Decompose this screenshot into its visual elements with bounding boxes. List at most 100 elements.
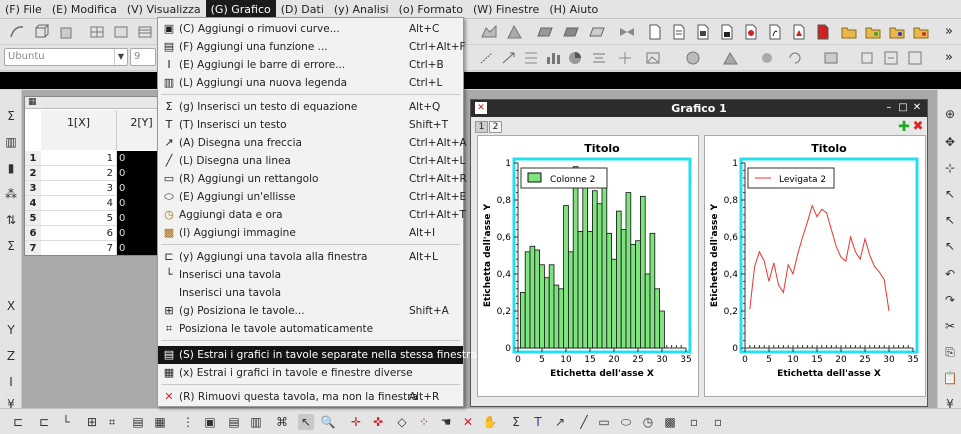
parallelogram2-icon[interactable] bbox=[562, 23, 580, 41]
menu-item[interactable]: ╱ (L) Disegna una linea Ctrl+Alt+L bbox=[158, 152, 466, 170]
parallelogram-icon[interactable] bbox=[536, 23, 554, 41]
bar-chart-icon[interactable]: ▮ bbox=[3, 160, 19, 176]
menu-item[interactable]: ◷ Aggiungi data e ora Ctrl+Alt+T bbox=[158, 206, 466, 224]
menu-dati[interactable]: (D) Dati bbox=[276, 0, 329, 19]
move-point-icon[interactable]: ◇ bbox=[394, 414, 410, 430]
histogram-icon[interactable]: ▥ bbox=[3, 134, 19, 150]
sort-icon[interactable]: ⇅ bbox=[3, 212, 19, 228]
font-size-combo[interactable]: 9 bbox=[130, 48, 156, 66]
small-box-icon[interactable]: ▫ bbox=[686, 414, 702, 430]
pie-icon[interactable] bbox=[566, 49, 584, 67]
globe-icon[interactable] bbox=[684, 49, 702, 67]
mountain-icon[interactable] bbox=[506, 23, 524, 41]
plot-layer-1[interactable]: Titolo 0 0,2 0,4 0,6 0,8 1 0 5 10 15 20 25 30 35 Etiche… bbox=[477, 135, 699, 397]
clock-tool-icon[interactable]: ◷ bbox=[640, 414, 656, 430]
new-matrix-icon[interactable] bbox=[694, 23, 712, 41]
cursor-r-icon[interactable]: ↖ bbox=[942, 238, 958, 254]
menu-item[interactable]: ⌗ Posiziona le tavole automaticamente bbox=[158, 320, 463, 338]
menu-item[interactable]: ▥ (L) Aggiungi una nuova legenda Ctrl+L bbox=[158, 74, 463, 92]
align-icon[interactable] bbox=[590, 49, 608, 67]
menu-item[interactable]: ▩ (I) Aggiungi immagine Alt+I bbox=[158, 224, 463, 242]
butterfly-icon[interactable] bbox=[618, 23, 636, 41]
cursor-minus-icon[interactable]: ↖ bbox=[942, 212, 958, 228]
drag-icon[interactable]: ✋ bbox=[482, 414, 498, 430]
plot-layer-2[interactable]: Titolo 0 0,2 0,4 0,6 0,8 1 0 5 10 15 20 25 30 35 Etiche… bbox=[704, 135, 926, 397]
menu-item[interactable]: ⊞ (g) Posiziona le tavole... Shift+A bbox=[158, 302, 463, 320]
legend-icon[interactable]: ▥ bbox=[248, 414, 264, 430]
fit-window-icon[interactable]: ⌘ bbox=[274, 414, 290, 430]
cell-x[interactable]: 7 bbox=[41, 241, 117, 255]
cube-icon[interactable] bbox=[58, 23, 76, 41]
extract-windows-icon[interactable]: ▦ bbox=[152, 414, 168, 430]
new-3d-icon[interactable] bbox=[790, 23, 808, 41]
menu-formato[interactable]: (o) Formato bbox=[394, 0, 468, 19]
window-menu-icon[interactable]: ✕ bbox=[475, 102, 487, 114]
cell-x[interactable]: 3 bbox=[41, 181, 117, 196]
table-titlebar[interactable]: ▦ bbox=[25, 97, 165, 109]
error-column-icon[interactable]: I bbox=[3, 374, 19, 390]
cell-x[interactable]: 5 bbox=[41, 211, 117, 226]
layer-insert2-icon[interactable]: └ bbox=[58, 414, 74, 430]
snap-icon[interactable] bbox=[616, 49, 634, 67]
cursor-plus-icon[interactable]: ↖ bbox=[942, 186, 958, 202]
arrow-style-icon[interactable] bbox=[478, 49, 496, 67]
row-header[interactable]: 2 bbox=[25, 166, 41, 181]
cut-icon[interactable]: ✂ bbox=[942, 318, 958, 334]
equation-icon[interactable]: Σ bbox=[508, 414, 524, 430]
arrange-layers-icon[interactable]: ⊞ bbox=[84, 414, 100, 430]
auto-arrange-icon[interactable]: ⌗ bbox=[104, 414, 120, 430]
column-header-x[interactable]: 1[X] bbox=[41, 110, 117, 150]
z-column-icon[interactable]: Z bbox=[3, 348, 19, 364]
data-picker-icon[interactable]: ✜ bbox=[370, 414, 386, 430]
table-icon[interactable] bbox=[136, 23, 154, 41]
menu-item[interactable]: ▤ (F) Aggiungi una funzione ... Ctrl+Alt+F bbox=[158, 38, 466, 56]
new-table-icon[interactable] bbox=[670, 23, 688, 41]
data-reader-icon[interactable]: ⊹ bbox=[942, 160, 958, 176]
image-tool-icon[interactable]: ▩ bbox=[662, 414, 678, 430]
pan-tool-icon[interactable]: ✥ bbox=[942, 134, 958, 150]
filter-icon[interactable] bbox=[822, 49, 840, 67]
sum-icon[interactable]: Σ bbox=[3, 108, 19, 124]
menu-grafico[interactable]: (G) Grafico bbox=[205, 0, 276, 19]
row-header[interactable]: 1 bbox=[25, 151, 41, 166]
open-folder-icon[interactable] bbox=[840, 23, 858, 41]
menu-item[interactable]: T (T) Inserisci un testo Shift+T bbox=[158, 116, 463, 134]
layer-add-icon[interactable]: ⊏ bbox=[10, 414, 26, 430]
layer-remove-icon[interactable]: ⋮ bbox=[180, 414, 196, 430]
open-template-icon[interactable] bbox=[888, 23, 906, 41]
new-function-icon[interactable] bbox=[766, 23, 784, 41]
redo-icon[interactable]: ↷ bbox=[942, 292, 958, 308]
scatter-tool-icon[interactable]: ⁂ bbox=[3, 186, 19, 202]
surface-icon[interactable] bbox=[480, 23, 498, 41]
parallelogram3-icon[interactable] bbox=[588, 23, 606, 41]
formula-bar[interactable] bbox=[0, 72, 961, 89]
graph-window[interactable]: Grafico 1 ✕ – □ ✕ 1 2 ✚ ✖ Titolo 0 0,2 0,4 0… bbox=[470, 99, 928, 407]
grid-icon[interactable] bbox=[88, 23, 106, 41]
undo-icon[interactable]: ↶ bbox=[942, 266, 958, 282]
delete-point-icon[interactable]: ✕ bbox=[460, 414, 476, 430]
menu-item[interactable]: └ Inserisci una tavola bbox=[158, 266, 463, 284]
toolbar2-overflow-icon[interactable]: » bbox=[940, 49, 958, 67]
cell-x[interactable]: 2 bbox=[41, 166, 117, 181]
stats-icon[interactable]: Σ bbox=[3, 238, 19, 254]
zoom-icon[interactable]: 🔍 bbox=[320, 414, 336, 430]
cell-x[interactable]: 1 bbox=[41, 151, 117, 166]
new-note-icon[interactable] bbox=[718, 23, 736, 41]
menu-aiuto[interactable]: (H) Aiuto bbox=[544, 0, 603, 19]
y-column-icon[interactable]: Y bbox=[3, 322, 19, 338]
row-header[interactable]: 5 bbox=[25, 211, 41, 226]
toolbar-overflow-icon[interactable]: » bbox=[940, 23, 958, 41]
layer-button-2[interactable]: 2 bbox=[489, 121, 502, 133]
line-tool-icon[interactable]: ╱ bbox=[576, 414, 592, 430]
menu-item[interactable]: ▣ (C) Aggiungi o rimuovi curve... Alt+C bbox=[158, 20, 463, 38]
row-header[interactable]: 4 bbox=[25, 196, 41, 211]
menu-finestre[interactable]: (W) Finestre bbox=[468, 0, 544, 19]
ellipse-tool-icon[interactable]: ⬭ bbox=[618, 414, 634, 430]
rotate-icon[interactable] bbox=[786, 49, 804, 67]
new-graph-icon[interactable] bbox=[742, 23, 760, 41]
extract-layers-icon[interactable]: ▤ bbox=[130, 414, 146, 430]
menu-analisi[interactable]: (y) Analisi bbox=[329, 0, 394, 19]
menu-item[interactable]: ↗ (A) Disegna una freccia Ctrl+Alt+A bbox=[158, 134, 466, 152]
function-icon[interactable]: ▤ bbox=[226, 414, 242, 430]
grid-lines-icon[interactable] bbox=[522, 49, 540, 67]
